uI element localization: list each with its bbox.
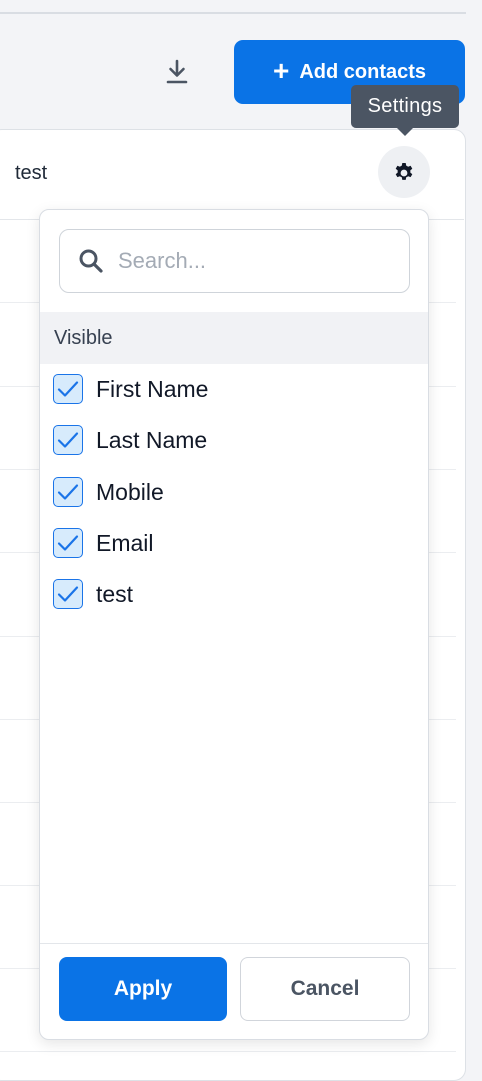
check-icon [57,586,79,602]
toolbar-divider [0,12,466,14]
checkbox-test[interactable] [53,579,83,609]
column-option-first-name[interactable]: First Name [53,372,208,406]
column-header-test: test [15,162,48,184]
checkbox-email[interactable] [53,528,83,558]
gear-icon [395,163,413,180]
column-option-label: test [96,580,134,607]
column-search-box [59,229,410,293]
row-divider [0,1051,456,1052]
cancel-button[interactable]: Cancel [240,957,410,1021]
settings-button[interactable] [378,146,430,198]
check-icon [57,484,79,500]
checkbox-last-name[interactable] [53,425,83,455]
checkbox-first-name[interactable] [53,374,83,404]
column-option-label: Mobile [96,478,164,505]
column-option-label: Email [96,529,154,556]
checkbox-mobile[interactable] [53,477,83,507]
plus-icon: + [272,54,290,86]
column-option-mobile[interactable]: Mobile [53,475,164,509]
check-icon [57,432,79,448]
check-icon [57,535,79,551]
column-option-email[interactable]: Email [53,526,154,560]
add-contacts-label: Add contacts [299,60,427,83]
column-settings-dropdown: Visible First Name Last Name Mobile Emai… [39,209,429,1040]
column-option-last-name[interactable]: Last Name [53,423,207,457]
visible-section-header: Visible [40,312,428,364]
column-option-label: First Name [96,375,209,402]
column-search-input[interactable] [116,247,380,275]
download-button[interactable] [160,54,194,90]
download-icon [166,59,188,84]
settings-tooltip: Settings [351,85,459,136]
column-option-label: Last Name [96,426,208,453]
column-option-test[interactable]: test [53,577,133,611]
apply-button[interactable]: Apply [59,957,227,1021]
check-icon [57,381,79,397]
search-icon [79,249,103,273]
